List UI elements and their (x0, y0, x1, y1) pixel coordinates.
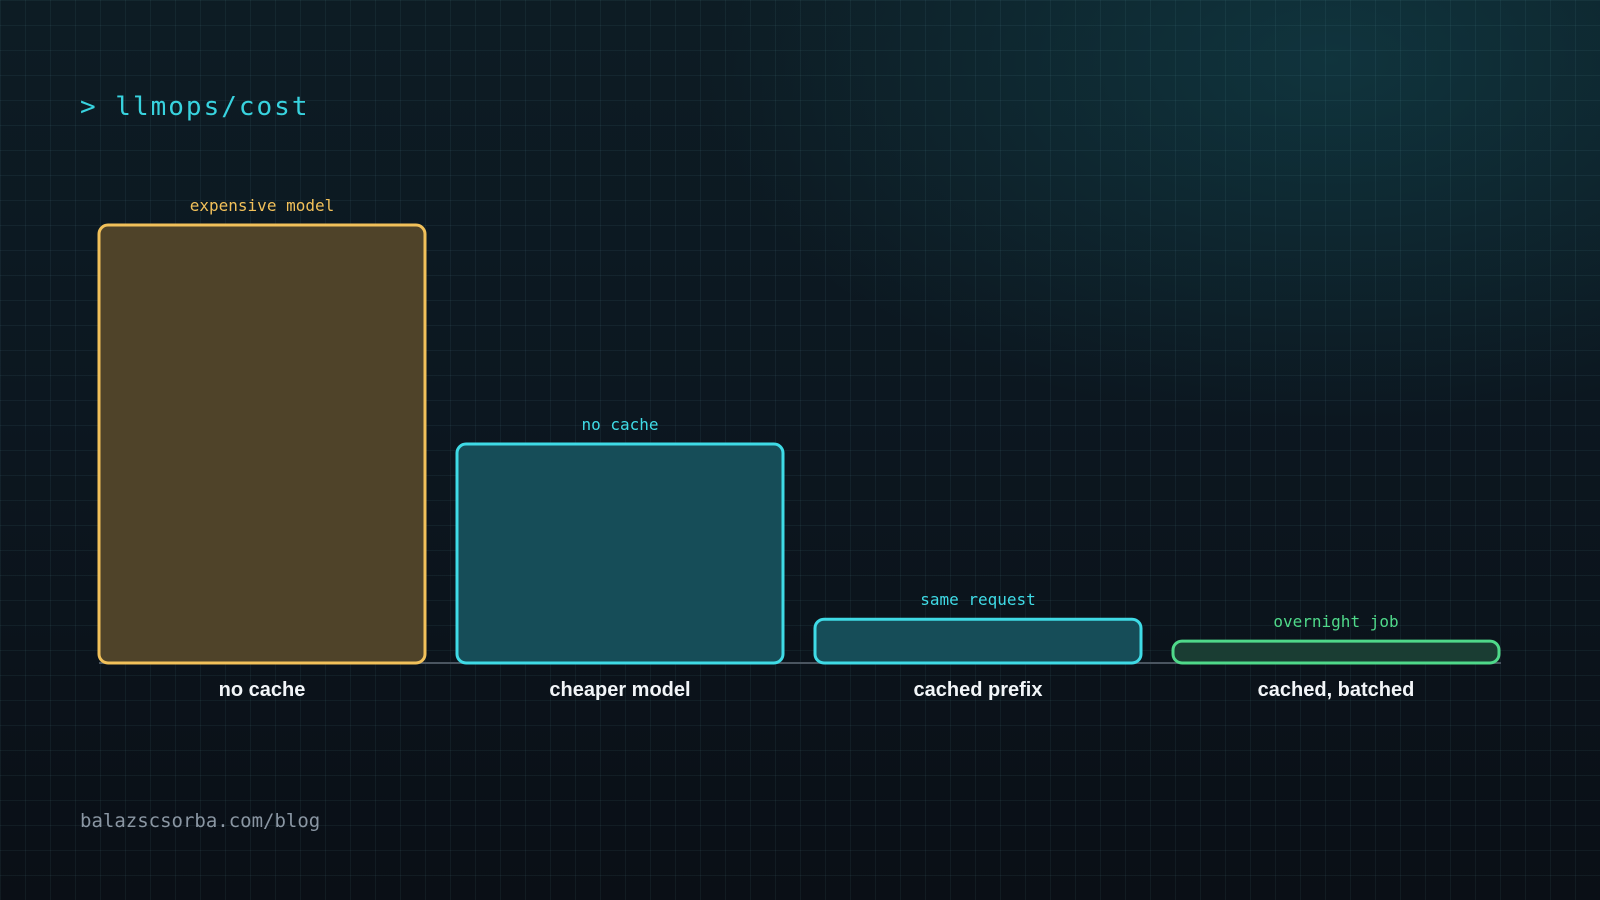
category-label: cached prefix (914, 679, 1043, 701)
bar-annotation: expensive model (190, 196, 335, 215)
bar-annotation: no cache (581, 415, 658, 434)
category-labels: no cache cheaper model cached prefix cached… (219, 679, 1415, 701)
bar-annotation: same request (920, 590, 1036, 609)
bar-annotation: overnight job (1273, 612, 1398, 631)
bar-2 (455, 442, 785, 665)
bars (97, 223, 1501, 665)
bar-4 (1171, 639, 1501, 665)
bar-1 (97, 223, 427, 665)
category-label: no cache (219, 679, 306, 701)
bar-3 (813, 617, 1143, 665)
cost-bar-chart: expensive model no cache same request overn… (97, 196, 1501, 701)
footer-url: balazscsorba.com/blog (80, 810, 321, 832)
category-label: cheaper model (549, 679, 690, 701)
slide: > llmops/cost expensive model no cache sam… (0, 0, 1600, 900)
category-label: cached, batched (1258, 679, 1415, 701)
